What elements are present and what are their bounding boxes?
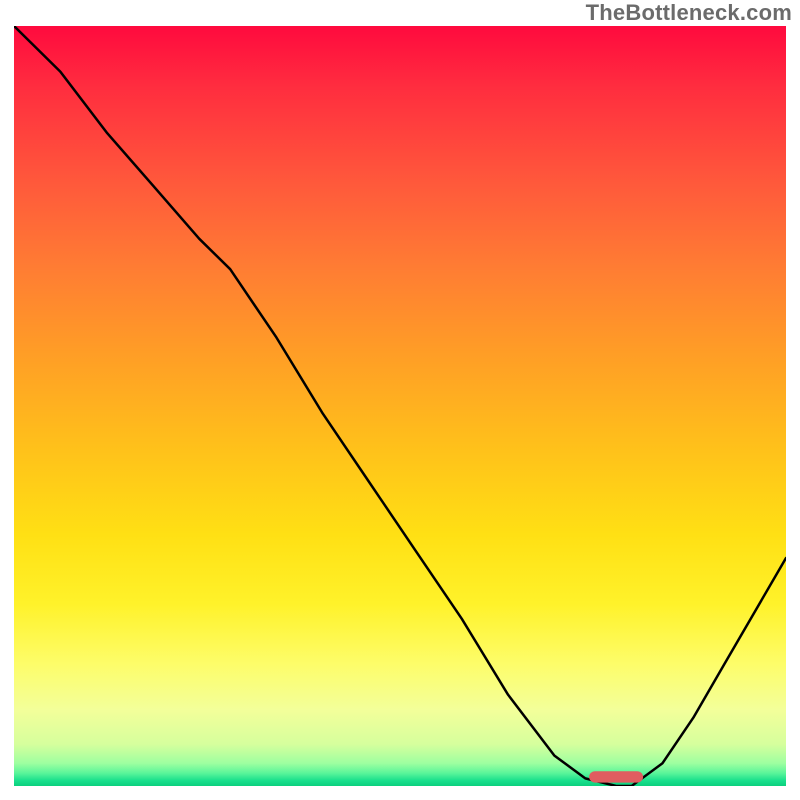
chart-overlay xyxy=(14,26,786,786)
plot-area xyxy=(14,26,786,786)
bottleneck-curve xyxy=(14,26,786,786)
optimal-marker xyxy=(589,771,643,782)
chart-stage: TheBottleneck.com xyxy=(0,0,800,800)
attribution-label: TheBottleneck.com xyxy=(586,0,792,26)
